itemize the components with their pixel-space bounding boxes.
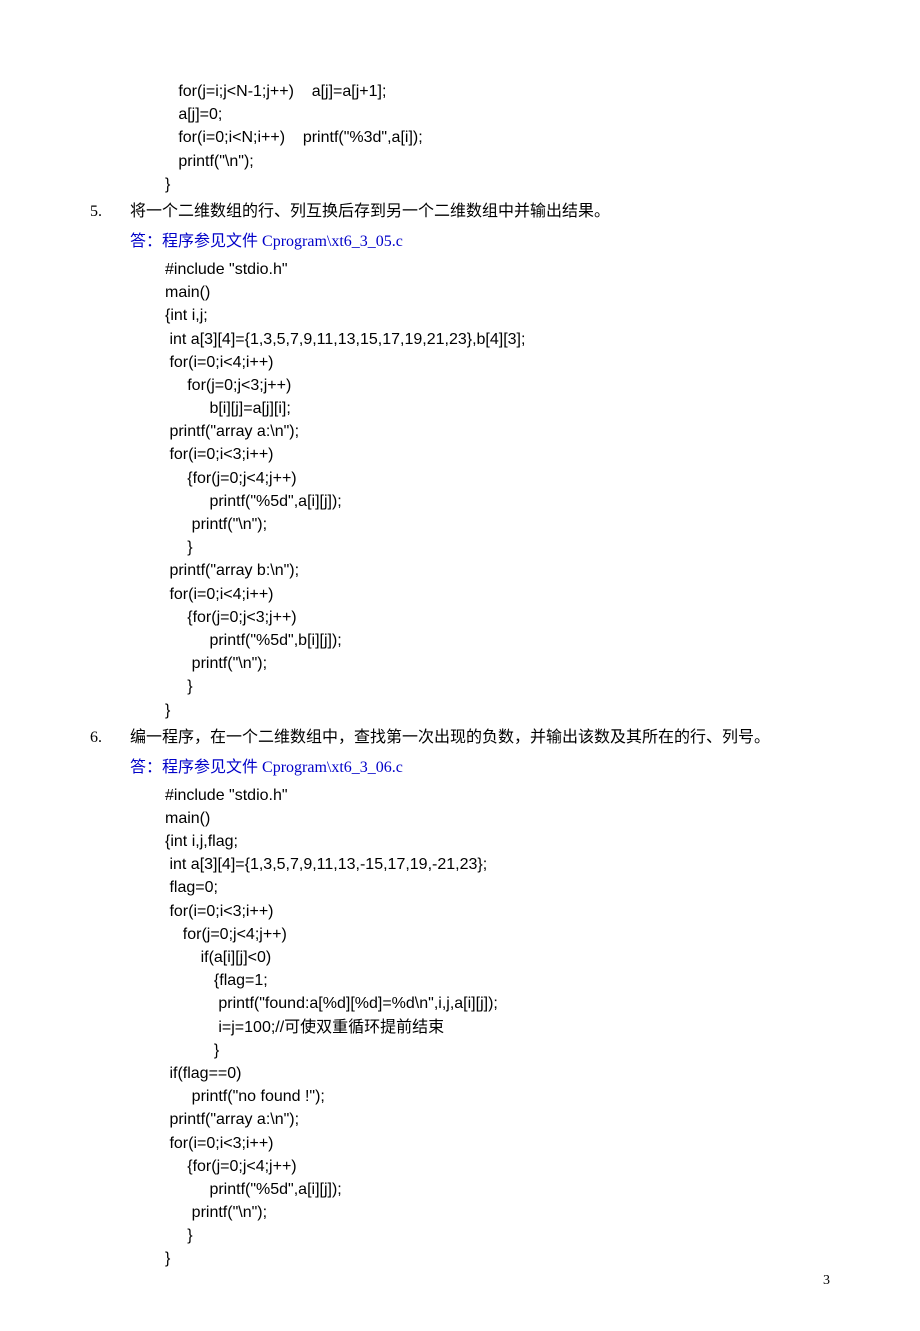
problem-6-answer: 答：程序参见文件 Cprogram\xt6_3_06.c bbox=[130, 756, 830, 780]
page-number: 3 bbox=[823, 1270, 830, 1291]
code-block-6: #include "stdio.h" main() {int i,j,flag;… bbox=[165, 784, 830, 1271]
problem-5-number: 5. bbox=[90, 200, 130, 224]
problem-6-text: 编一程序，在一个二维数组中，查找第一次出现的负数，并输出该数及其所在的行、列号。 bbox=[130, 726, 830, 750]
problem-5-text: 将一个二维数组的行、列互换后存到另一个二维数组中并输出结果。 bbox=[130, 200, 830, 224]
code-block-5: #include "stdio.h" main() {int i,j; int … bbox=[165, 258, 830, 722]
answer-5-path: Cprogram\xt6_3_05.c bbox=[262, 233, 403, 250]
page: for(j=i;j<N-1;j++) a[j]=a[j+1]; a[j]=0; … bbox=[0, 0, 920, 1331]
answer-6-prefix: 答：程序参见文件 bbox=[130, 759, 262, 776]
problem-6-number: 6. bbox=[90, 726, 130, 750]
problem-5: 5. 将一个二维数组的行、列互换后存到另一个二维数组中并输出结果。 bbox=[90, 200, 830, 224]
problem-6: 6. 编一程序，在一个二维数组中，查找第一次出现的负数，并输出该数及其所在的行、… bbox=[90, 726, 830, 750]
code-block-top: for(j=i;j<N-1;j++) a[j]=a[j+1]; a[j]=0; … bbox=[165, 80, 830, 196]
problem-5-answer: 答：程序参见文件 Cprogram\xt6_3_05.c bbox=[130, 230, 830, 254]
answer-6-path: Cprogram\xt6_3_06.c bbox=[262, 759, 403, 776]
answer-5-prefix: 答：程序参见文件 bbox=[130, 233, 262, 250]
